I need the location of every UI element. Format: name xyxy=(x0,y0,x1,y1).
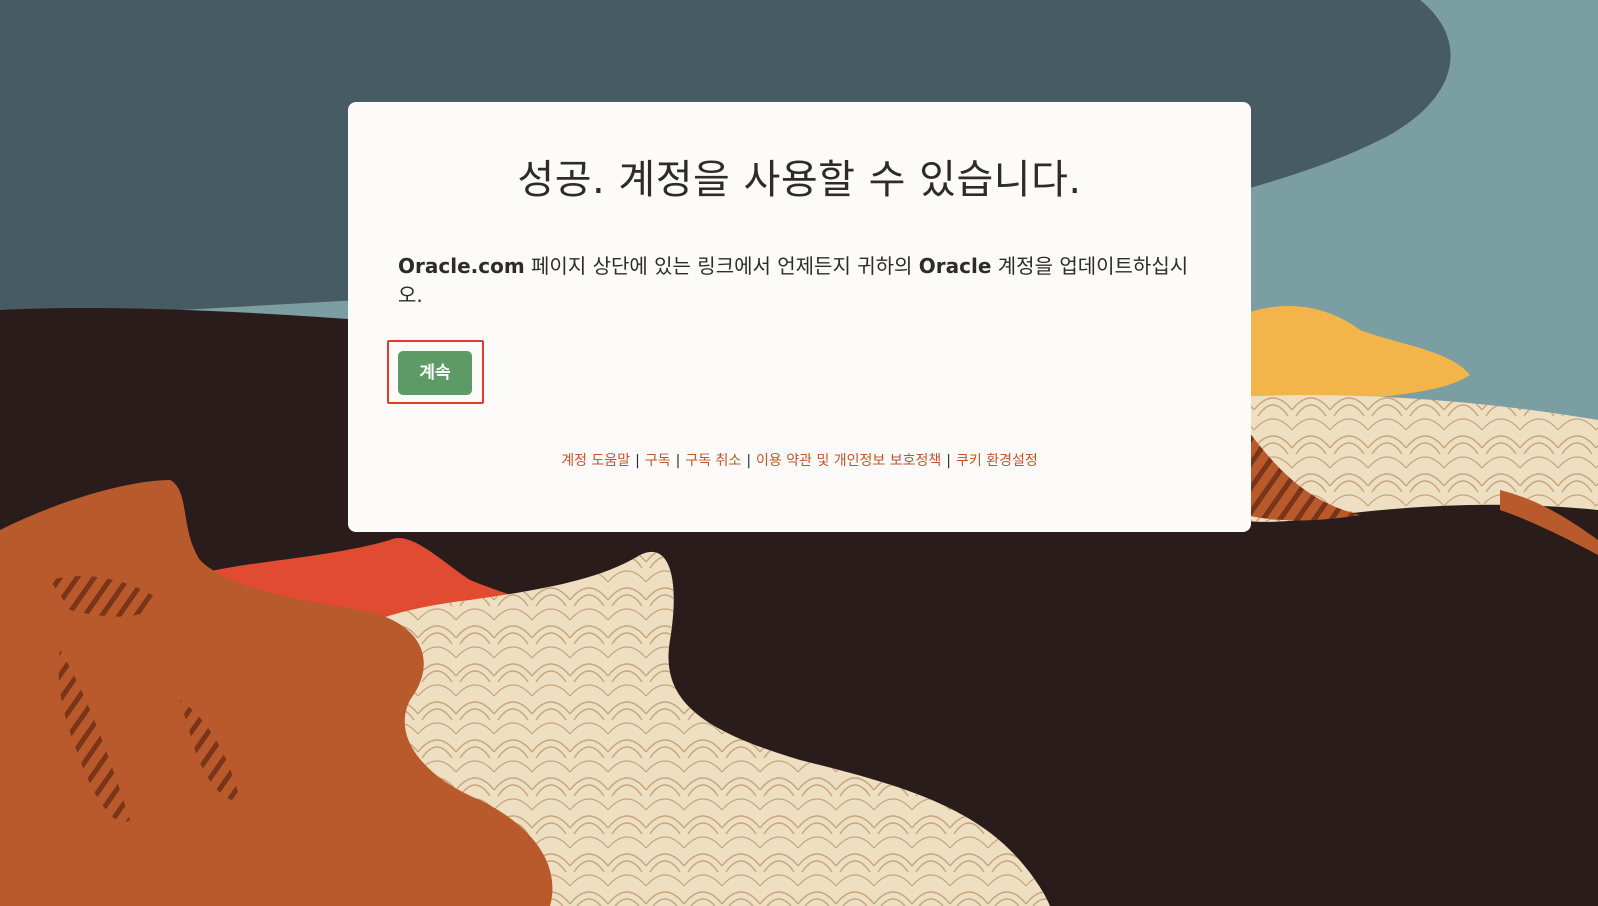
footer-link-subscribe[interactable]: 구독 xyxy=(645,453,671,469)
description-brand-oraclecom: Oracle.com xyxy=(398,254,525,278)
description-text: Oracle.com 페이지 상단에 있는 링크에서 언제든지 귀하의 Orac… xyxy=(398,252,1198,310)
footer-separator: | xyxy=(675,453,681,469)
footer-separator: | xyxy=(946,453,951,469)
page-title: 성공. 계정을 사용할 수 있습니다. xyxy=(517,157,1082,203)
footer-link-unsubscribe[interactable]: 구독 취소 xyxy=(685,453,741,469)
footer-link-account-help[interactable]: 계정 도움말 xyxy=(561,453,630,469)
footer-separator: | xyxy=(746,453,752,469)
continue-button[interactable]: 계속 xyxy=(398,351,472,395)
footer-links: 계정 도움말 | 구독 | 구독 취소 | 이용 약관 및 개인정보 보호정책 | 쿠키 환경설… xyxy=(348,451,1251,471)
description-brand-oracle: Oracle xyxy=(918,254,992,278)
success-card: 성공. 계정을 사용할 수 있습니다. Oracle.com 페이지 상단에 있… xyxy=(348,102,1251,532)
footer-link-cookie-preferences[interactable]: 쿠키 환경설정 xyxy=(956,453,1038,469)
footer-link-terms-privacy[interactable]: 이용 약관 및 개인정보 보호정책 xyxy=(756,453,941,469)
footer-separator: | xyxy=(635,453,640,469)
description-part-1: 페이지 상단에 있는 링크에서 언제든지 귀하의 xyxy=(524,254,919,278)
